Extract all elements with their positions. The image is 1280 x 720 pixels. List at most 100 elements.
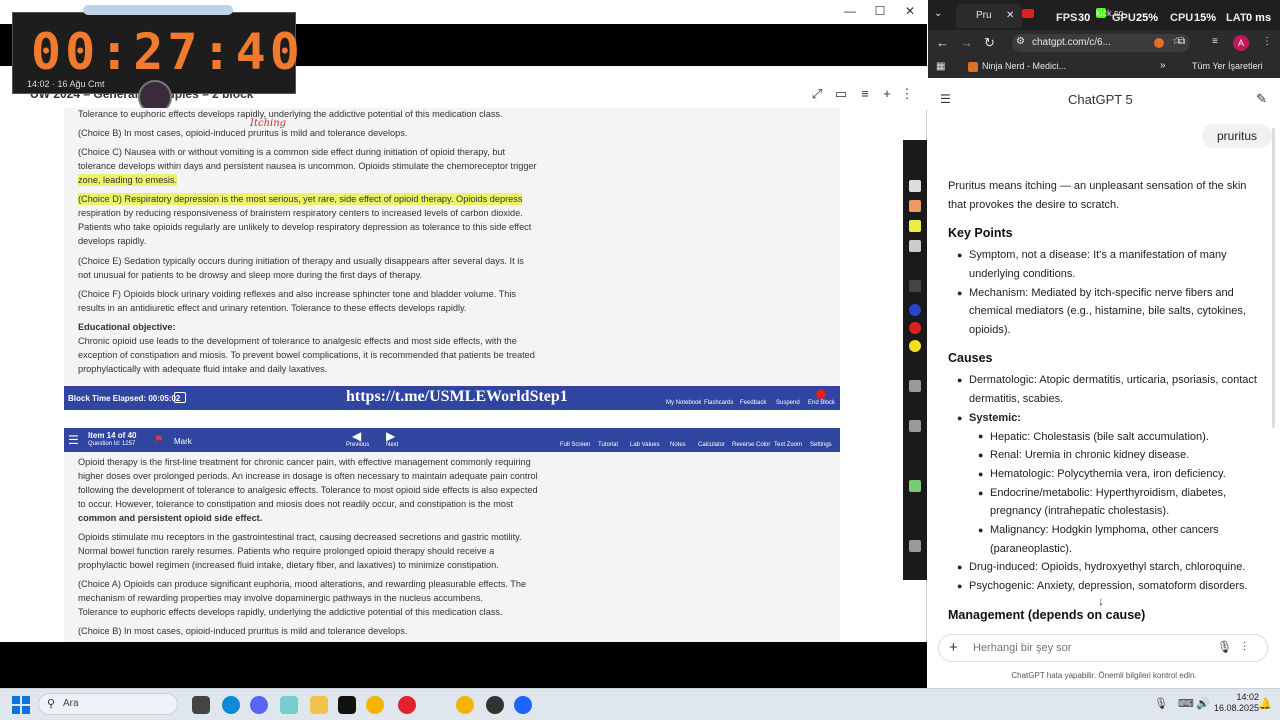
bookmark-ninja-nerd[interactable]: Ninja Nerd - Medici... <box>982 61 1066 71</box>
tutorial-button[interactable]: Tutorial <box>598 442 618 448</box>
model-selector[interactable]: ChatGPT 5 <box>1068 92 1133 107</box>
menu-dots-icon[interactable]: ⋮ <box>1262 36 1272 47</box>
edge-icon[interactable] <box>222 696 240 714</box>
grid-icon[interactable] <box>174 392 186 403</box>
task-view-icon[interactable] <box>192 696 210 714</box>
calculator-button[interactable]: Calculator <box>698 442 725 448</box>
feedback-button[interactable]: Feedback <box>740 400 766 406</box>
reload-icon[interactable]: ↻ <box>984 35 995 51</box>
sidebar-toggle-icon[interactable]: ☰ <box>940 92 951 106</box>
obs-icon[interactable] <box>486 696 504 714</box>
network-icon[interactable]: ⌨ <box>1178 697 1194 710</box>
pen-icon[interactable] <box>909 420 921 432</box>
shape-icon[interactable] <box>909 540 921 552</box>
text-zoom-button[interactable]: Text Zoom <box>774 442 802 448</box>
channel-url: https://t.me/USMLEWorldStep1 <box>346 388 568 405</box>
site-info-icon[interactable]: ⚙ <box>1016 36 1025 47</box>
doc-line: following the development of tolerance t… <box>78 485 538 495</box>
attach-plus-icon[interactable]: + <box>949 639 958 656</box>
previous-arrow-icon[interactable]: ◀ <box>352 429 361 443</box>
cause-item: Drug-induced: Opioids, hydroxyethyl star… <box>969 561 1246 573</box>
maximize-button[interactable]: ☐ <box>870 4 890 20</box>
doc-line: (Choice E) Sedation typically occurs dur… <box>78 256 524 266</box>
eraser-icon[interactable] <box>909 240 921 252</box>
windows-start-icon[interactable] <box>12 696 30 714</box>
tab-label[interactable]: Pru <box>976 10 992 21</box>
scroll-down-icon[interactable]: ↓ <box>1098 594 1104 608</box>
expand-icon[interactable]: ⤢ <box>810 86 824 101</box>
menu-icon[interactable]: ☰ <box>68 433 79 447</box>
bullet: ● <box>957 562 963 572</box>
suspend-button[interactable]: Suspend <box>776 400 800 406</box>
taskbar-clock[interactable]: 14:02 16.08.2025 <box>1214 692 1259 714</box>
yellow-color-icon[interactable] <box>909 340 921 352</box>
apps-icon[interactable]: ▦ <box>936 61 945 72</box>
cpu-value: 15% <box>1194 12 1217 24</box>
back-icon[interactable]: ← <box>936 35 949 50</box>
add-icon[interactable]: + <box>880 86 894 101</box>
app-icon[interactable] <box>280 696 298 714</box>
taskbar-search[interactable]: ⚲ Ara <box>38 693 178 715</box>
marker-icon[interactable] <box>909 480 921 492</box>
tab-search-icon[interactable]: ⌄ <box>934 8 942 19</box>
new-chat-icon[interactable]: ✎ <box>1256 91 1267 107</box>
next-button[interactable]: Next <box>386 442 398 448</box>
select-tool-icon[interactable] <box>909 180 921 192</box>
flashcards-button[interactable]: Flashcards <box>704 400 733 406</box>
notification-icon[interactable]: 🔔 <box>1258 697 1272 710</box>
tab-close-icon[interactable]: ✕ <box>1006 10 1014 21</box>
profile-avatar[interactable]: A <box>1233 35 1249 51</box>
highlighter-icon[interactable] <box>909 220 921 232</box>
scrollbar[interactable] <box>1272 128 1275 428</box>
all-bookmarks[interactable]: Tüm Yer İşaretleri <box>1192 61 1263 71</box>
cause-item: Dermatologic: Atopic dermatitis, urticar… <box>969 374 1257 386</box>
chat-input-box[interactable]: + 🎙 ⫶ <box>938 634 1268 662</box>
previous-button[interactable]: Previous <box>346 442 369 448</box>
url-text[interactable]: chatgpt.com/c/6... <box>1032 37 1111 48</box>
undo-icon[interactable] <box>909 380 921 392</box>
extensions-icon[interactable]: ⧉ <box>1178 36 1185 47</box>
more-icon[interactable]: ⋮ <box>900 86 914 101</box>
app-blue-icon[interactable] <box>514 696 532 714</box>
notebook-button[interactable]: My Notebook <box>666 400 701 406</box>
next-arrow-icon[interactable]: ▶ <box>386 429 395 443</box>
forward-icon[interactable]: → <box>960 35 973 50</box>
end-block-button[interactable]: End Block <box>808 400 835 406</box>
pen-tool-icon[interactable] <box>909 200 921 212</box>
tab-strip: ⌄ Pru ✕ FPS 30 kick.co GPU 25% CPU 15% L… <box>928 0 1280 30</box>
item-counter: Item 14 of 40 <box>88 431 137 440</box>
reverse-color-button[interactable]: Reverse Color <box>732 442 770 448</box>
full-screen-button[interactable]: Full Screen <box>560 442 590 448</box>
chrome-profile-icon[interactable] <box>456 696 474 714</box>
close-button[interactable]: ✕ <box>900 4 920 20</box>
minimize-button[interactable]: — <box>840 4 860 20</box>
terminal-icon[interactable] <box>338 696 356 714</box>
bullet: ● <box>957 375 963 385</box>
doc-line: to occur. However, tolerance to constipa… <box>78 499 514 509</box>
palette-icon[interactable] <box>909 280 921 292</box>
doc-line: higher doses over prolonged periods. An … <box>78 471 538 481</box>
flag-icon[interactable]: ⚑ <box>154 433 164 446</box>
chrome-icon[interactable] <box>366 696 384 714</box>
volume-icon[interactable]: 🔊 <box>1196 697 1210 710</box>
mark-label[interactable]: Mark <box>174 437 192 446</box>
reading-list-icon[interactable]: ≡ <box>1212 36 1218 47</box>
blue-color-icon[interactable] <box>909 304 921 316</box>
red-color-icon[interactable] <box>909 322 921 334</box>
microphone-tray-icon[interactable]: 🎙 <box>1154 697 1168 710</box>
list-icon[interactable]: ≡ <box>858 86 872 101</box>
chat-input[interactable] <box>973 639 1203 657</box>
extension-icon[interactable] <box>1154 38 1164 48</box>
notes-button[interactable]: Notes <box>670 442 686 448</box>
microphone-icon[interactable]: 🎙 <box>1217 640 1232 654</box>
file-explorer-icon[interactable] <box>310 696 328 714</box>
more-bookmarks-icon[interactable]: » <box>1160 60 1166 71</box>
book-icon[interactable]: ▭ <box>834 86 848 101</box>
user-message: pruritus <box>1202 124 1272 148</box>
discord-icon[interactable] <box>250 696 268 714</box>
settings-button[interactable]: Settings <box>810 442 832 448</box>
lab-values-button[interactable]: Lab Values <box>630 442 660 448</box>
opera-icon[interactable] <box>398 696 416 714</box>
voice-mode-icon[interactable]: ⫶ <box>1243 640 1246 655</box>
youtube-icon[interactable] <box>1022 9 1034 18</box>
